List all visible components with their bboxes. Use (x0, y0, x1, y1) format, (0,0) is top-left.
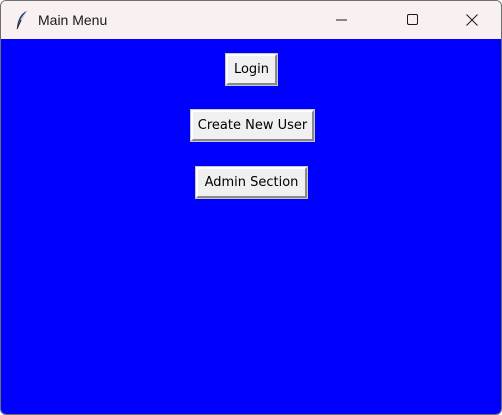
minimize-icon (336, 19, 347, 21)
close-icon (466, 14, 478, 26)
create-new-user-button[interactable]: Create New User (190, 109, 315, 142)
maximize-icon (407, 14, 418, 25)
main-menu-window: Main Menu Login Create New User Admin Se… (0, 0, 502, 415)
login-button[interactable]: Login (225, 53, 278, 86)
admin-section-button[interactable]: Admin Section (195, 166, 308, 199)
close-button[interactable] (449, 1, 495, 39)
window-title: Main Menu (38, 12, 108, 28)
title-bar[interactable]: Main Menu (1, 1, 501, 39)
menu-panel: Login Create New User Admin Section (1, 39, 501, 414)
feather-icon (16, 11, 27, 30)
maximize-button[interactable] (390, 1, 436, 39)
minimize-button[interactable] (319, 1, 365, 39)
